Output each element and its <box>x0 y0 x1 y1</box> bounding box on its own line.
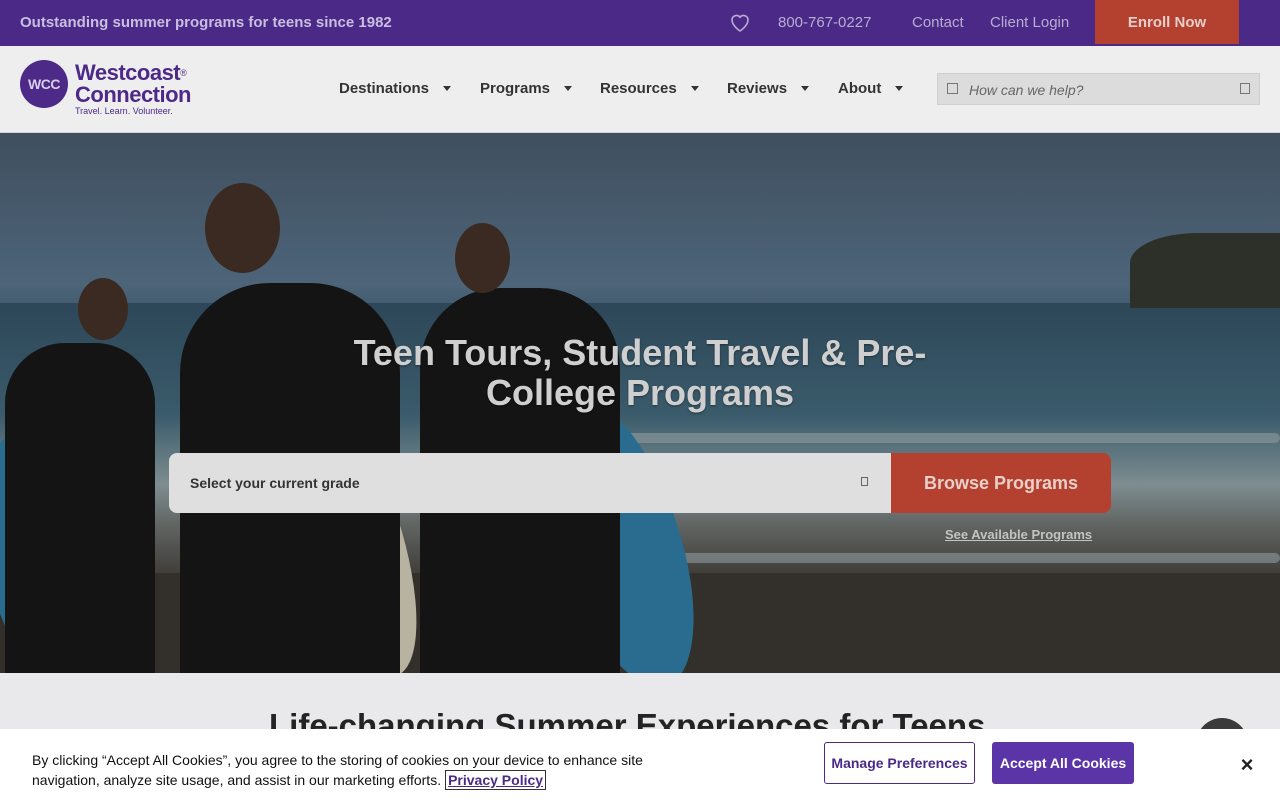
privacy-policy-link[interactable]: Privacy Policy <box>445 770 547 790</box>
surfer-head-image <box>78 278 128 340</box>
surfer-image <box>5 343 155 673</box>
hero-cliff <box>1130 233 1280 308</box>
hero-title: Teen Tours, Student Travel & Pre-College… <box>353 332 927 413</box>
nav-reviews[interactable]: Reviews <box>727 80 810 97</box>
nav-label: Programs <box>480 80 551 97</box>
logo-badge[interactable]: WCC <box>20 60 68 108</box>
logo-wordmark[interactable]: Westcoast® Connection <box>75 62 192 107</box>
registered-mark: ® <box>180 68 187 78</box>
nav-label: About <box>838 80 882 97</box>
search-input[interactable]: How can we help? <box>937 73 1260 105</box>
nav-programs[interactable]: Programs <box>480 80 573 97</box>
browse-programs-button[interactable]: Browse Programs <box>891 453 1111 513</box>
nav-label: Resources <box>600 80 677 97</box>
logo-tagline: Travel. Learn. Volunteer. <box>75 106 173 116</box>
cookie-text: By clicking “Accept All Cookies”, you ag… <box>32 752 643 788</box>
search-submit-icon[interactable] <box>1240 83 1250 94</box>
hero-banner: Teen Tours, Student Travel & Pre-College… <box>0 133 1280 673</box>
tagline: Outstanding summer programs for teens si… <box>20 14 392 31</box>
nav-label: Destinations <box>339 80 430 97</box>
nav-label: Reviews <box>727 80 788 97</box>
enroll-now-button[interactable]: Enroll Now <box>1095 0 1239 44</box>
contact-link[interactable]: Contact <box>912 14 964 31</box>
top-bar: Outstanding summer programs for teens si… <box>0 0 1280 46</box>
hero-wave <box>580 433 1280 443</box>
chevron-down-icon <box>564 86 573 91</box>
accept-all-cookies-button[interactable]: Accept All Cookies <box>992 742 1134 784</box>
logo-line2: Connection <box>75 82 192 107</box>
chevron-down-icon <box>801 86 810 91</box>
search-icon <box>947 83 958 94</box>
client-login-link[interactable]: Client Login <box>990 14 1069 31</box>
grade-select[interactable]: Select your current grade <box>169 453 891 513</box>
grade-select-value: Select your current grade <box>190 475 360 491</box>
manage-preferences-button[interactable]: Manage Preferences <box>824 742 975 784</box>
chevron-down-icon <box>443 86 452 91</box>
phone-link[interactable]: 800-767-0227 <box>778 14 871 31</box>
surfer-head-image <box>455 223 510 293</box>
nav-destinations[interactable]: Destinations <box>339 80 452 97</box>
main-header: WCC Westcoast® Connection Travel. Learn.… <box>0 46 1280 133</box>
search-placeholder: How can we help? <box>969 82 1084 98</box>
nav-resources[interactable]: Resources <box>600 80 699 97</box>
close-icon[interactable]: × <box>1234 752 1260 778</box>
nav-about[interactable]: About <box>838 80 904 97</box>
heart-icon[interactable] <box>728 10 752 34</box>
chevron-down-icon <box>895 86 904 91</box>
cookie-banner: By clicking “Accept All Cookies”, you ag… <box>0 729 1280 800</box>
see-available-programs-link[interactable]: See Available Programs <box>945 527 1092 542</box>
chevron-down-icon <box>690 86 699 91</box>
cookie-text-block: By clicking “Accept All Cookies”, you ag… <box>32 750 692 790</box>
surfer-head-image <box>205 183 280 273</box>
dropdown-icon <box>861 477 868 486</box>
hero-wave <box>650 553 1280 563</box>
